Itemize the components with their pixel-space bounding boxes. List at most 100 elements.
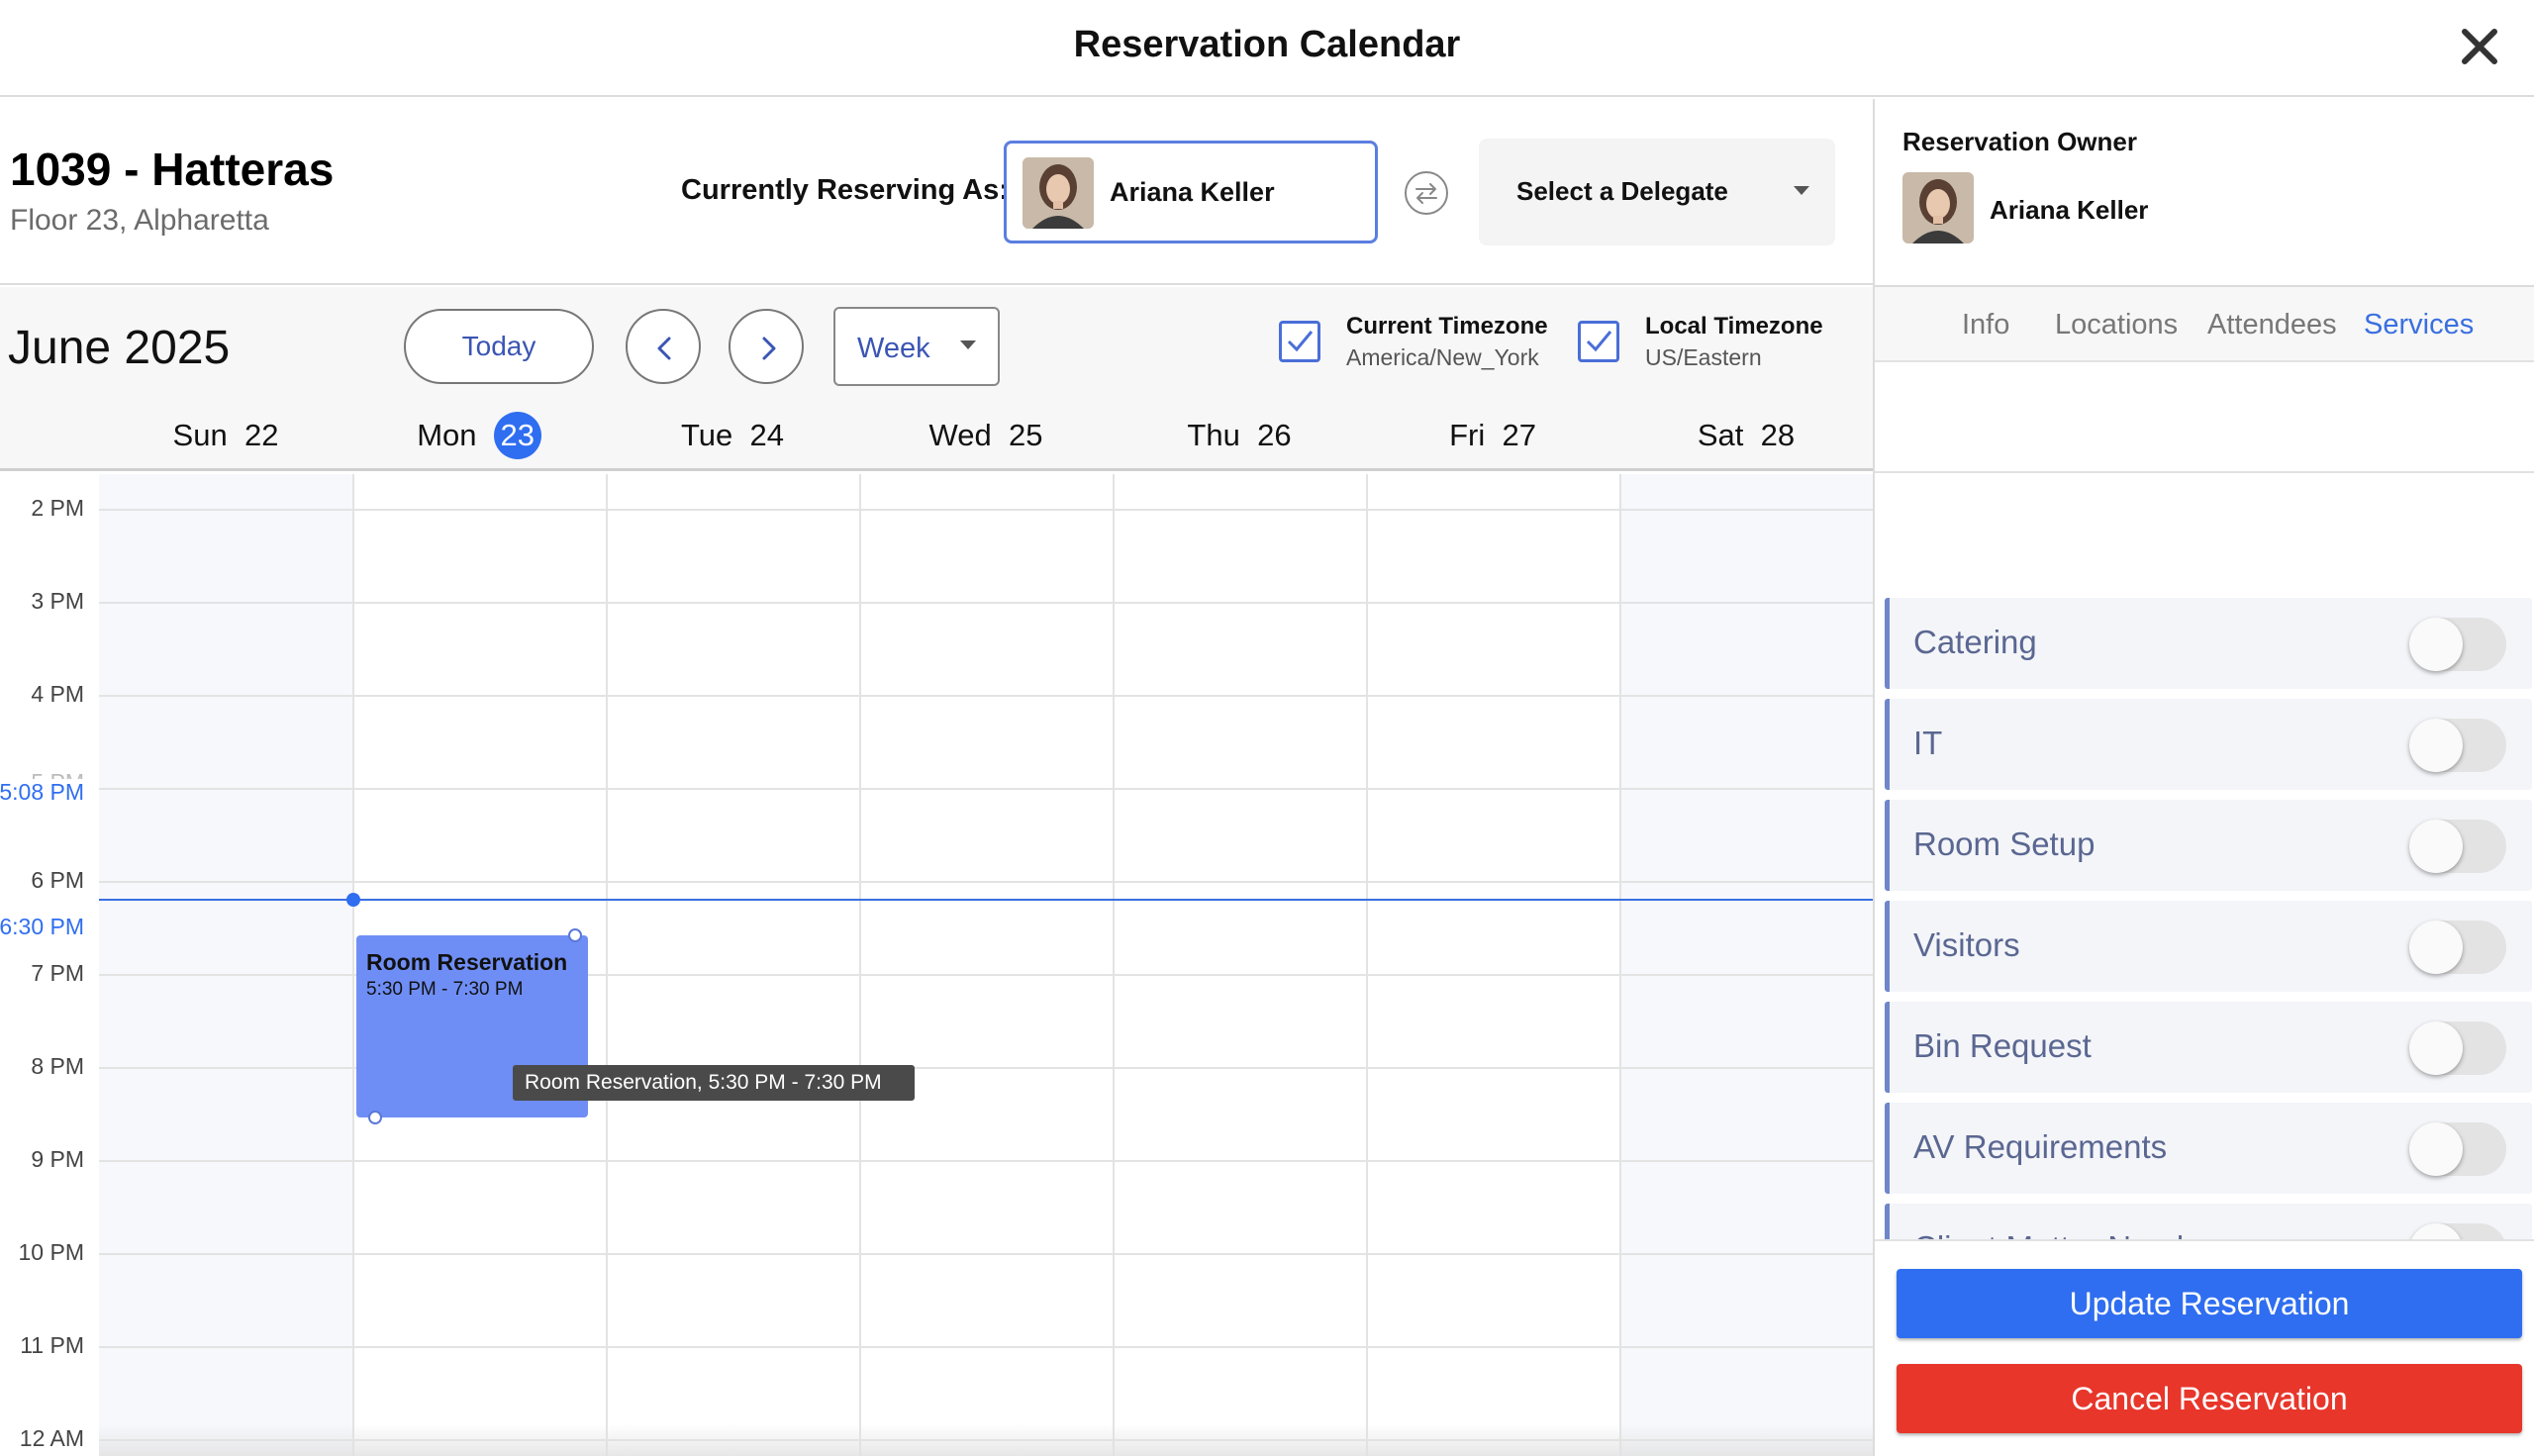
calendar-toolbar: June 2025 Today Week Current Timezone Am… <box>0 287 1873 408</box>
day-number: 22 <box>244 418 279 452</box>
event-tooltip: Room Reservation, 5:30 PM - 7:30 PM <box>513 1065 915 1101</box>
service-label: AV Requirements <box>1913 1128 2168 1165</box>
hour-line <box>99 881 1873 883</box>
close-icon[interactable] <box>2453 20 2506 73</box>
window-title: Reservation Calendar <box>1073 24 1461 65</box>
tab-content-spacer <box>1875 362 2534 473</box>
avatar <box>1902 172 1974 243</box>
day-name: Wed <box>928 418 992 452</box>
it-toggle[interactable] <box>2409 719 2506 772</box>
current-time-label: 5:08 PM <box>0 779 84 806</box>
time-label: 9 PM <box>31 1146 84 1172</box>
tab-locations[interactable]: Locations <box>2055 309 2178 341</box>
services-list[interactable]: Catering IT Room Setup Visitors Bin Requ… <box>1875 475 2534 1239</box>
time-label: 6 PM <box>31 867 84 893</box>
time-label: 10 PM <box>18 1239 84 1265</box>
time-label: 4 PM <box>31 681 84 707</box>
chevron-down-icon <box>960 340 976 349</box>
hour-line <box>99 1160 1873 1162</box>
av-requirements-toggle[interactable] <box>2409 1122 2506 1176</box>
day-name: Thu <box>1187 418 1240 452</box>
day-header-thu[interactable]: Thu 26 <box>1113 408 1366 471</box>
chevron-left-icon <box>657 337 671 360</box>
service-label: Catering <box>1913 624 2037 660</box>
reserving-user-name: Ariana Keller <box>1110 177 1275 207</box>
hour-line <box>99 788 1873 790</box>
hour-line <box>99 695 1873 697</box>
local-timezone-checkbox[interactable] <box>1578 321 1619 362</box>
today-button[interactable]: Today <box>404 309 594 384</box>
day-header-fri[interactable]: Fri 27 <box>1366 408 1619 471</box>
day-header-wed[interactable]: Wed 25 <box>859 408 1113 471</box>
catering-toggle[interactable] <box>2409 618 2506 671</box>
day-number: 28 <box>1760 418 1796 452</box>
time-label: 2 PM <box>31 495 84 521</box>
tab-services[interactable]: Services <box>2364 309 2474 341</box>
time-label: 12 AM <box>19 1425 84 1451</box>
client-matter-number-toggle[interactable] <box>2409 1223 2506 1239</box>
day-header-sat[interactable]: Sat 28 <box>1619 408 1873 471</box>
view-select-value: Week <box>857 333 930 364</box>
owner-name: Ariana Keller <box>1990 195 2149 225</box>
day-divider <box>1619 474 1621 1456</box>
day-divider <box>606 474 608 1456</box>
service-label: Client Matter Number <box>1913 1229 2224 1239</box>
tab-attendees[interactable]: Attendees <box>2207 309 2337 341</box>
bin-request-toggle[interactable] <box>2409 1021 2506 1075</box>
reserving-as-user[interactable]: Ariana Keller <box>1004 141 1378 243</box>
event-resize-handle-top[interactable] <box>568 928 582 942</box>
title-bar: Reservation Calendar <box>0 0 2534 97</box>
cancel-reservation-button[interactable]: Cancel Reservation <box>1897 1364 2522 1433</box>
tab-info[interactable]: Info <box>1962 309 2009 341</box>
time-label: 8 PM <box>31 1053 84 1079</box>
day-number: 26 <box>1257 418 1292 452</box>
day-header-mon[interactable]: Mon 23 <box>352 408 606 471</box>
time-label: 3 PM <box>31 588 84 614</box>
day-divider <box>1366 474 1368 1456</box>
day-header-sun[interactable]: Sun 22 <box>99 408 352 471</box>
service-label: Bin Request <box>1913 1027 2092 1064</box>
delegate-placeholder: Select a Delegate <box>1516 176 1728 206</box>
update-reservation-button[interactable]: Update Reservation <box>1897 1269 2522 1338</box>
service-label: Visitors <box>1913 926 2020 963</box>
visitors-toggle[interactable] <box>2409 921 2506 974</box>
time-label: 11 PM <box>20 1332 84 1358</box>
day-number: 24 <box>749 418 784 452</box>
time-label: 7 PM <box>31 960 84 986</box>
prev-week-button[interactable] <box>626 309 701 384</box>
view-select[interactable]: Week <box>833 307 1000 386</box>
reserving-as-label: Currently Reserving As: <box>681 174 1009 206</box>
service-item-catering: Catering <box>1885 598 2532 689</box>
owner-label: Reservation Owner <box>1902 127 2137 156</box>
day-divider <box>1113 474 1115 1456</box>
toggle-knob <box>2409 618 2463 671</box>
toggle-knob <box>2409 921 2463 974</box>
service-label: Room Setup <box>1913 825 2095 862</box>
next-week-button[interactable] <box>729 309 804 384</box>
event-resize-handle-bottom[interactable] <box>368 1111 382 1124</box>
room-setup-toggle[interactable] <box>2409 820 2506 873</box>
day-name: Sun <box>172 418 228 452</box>
local-timezone-title: Local Timezone <box>1645 313 1823 340</box>
service-item-visitors: Visitors <box>1885 901 2532 992</box>
hour-line <box>99 602 1873 604</box>
week-grid[interactable]: 2 PM 3 PM 4 PM 5 PM 6 PM 7 PM 8 PM 9 PM … <box>0 474 1873 1456</box>
check-icon <box>1586 331 1612 352</box>
hour-line <box>99 1346 1873 1348</box>
current-timezone-value: America/New_York <box>1346 344 1539 370</box>
current-time-dot <box>346 893 360 907</box>
weekend-column-sun <box>99 474 352 1456</box>
day-name: Fri <box>1449 418 1486 452</box>
local-timezone-value: US/Eastern <box>1645 344 1762 370</box>
event-title: Room Reservation <box>366 949 568 975</box>
room-name: 1039 - Hatteras <box>10 144 335 195</box>
current-timezone-checkbox[interactable] <box>1279 321 1320 362</box>
swap-icon[interactable] <box>1404 170 1449 216</box>
day-divider <box>352 474 354 1456</box>
delegate-select[interactable]: Select a Delegate <box>1479 139 1835 245</box>
toggle-knob <box>2409 820 2463 873</box>
hour-line <box>99 1253 1873 1255</box>
service-item-bin-request: Bin Request <box>1885 1002 2532 1093</box>
today-day-number: 23 <box>493 412 541 459</box>
day-header-tue[interactable]: Tue 24 <box>606 408 859 471</box>
